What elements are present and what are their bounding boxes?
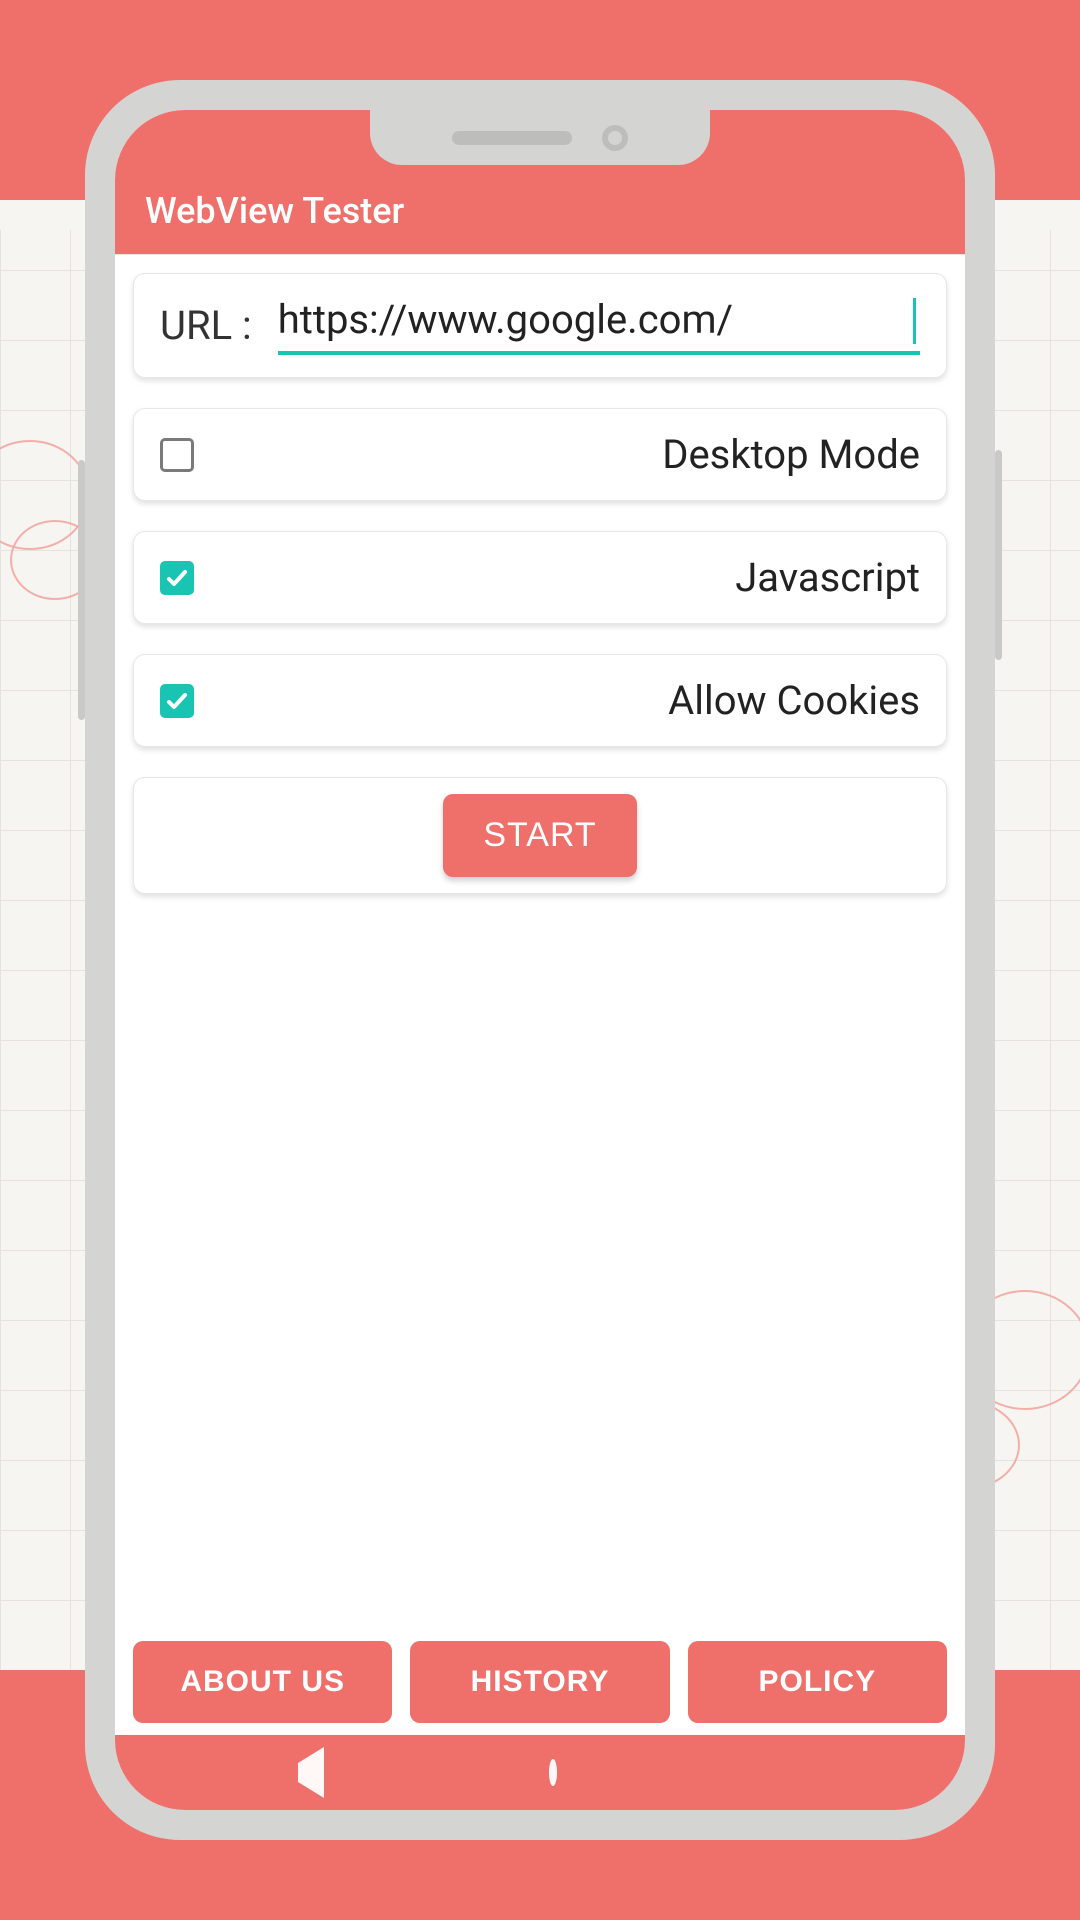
option-allow-cookies[interactable]: Allow Cookies — [133, 654, 947, 747]
speaker-icon — [452, 131, 572, 145]
nav-home-button[interactable] — [549, 1763, 557, 1782]
back-triangle-icon — [298, 1747, 324, 1798]
phone-notch — [370, 110, 710, 165]
android-nav-bar — [115, 1735, 965, 1810]
option-label: Allow Cookies — [668, 677, 920, 724]
phone-screen: WebView Tester URL : https://www.google.… — [115, 110, 965, 1810]
url-input[interactable]: https://www.google.com/ — [278, 296, 920, 355]
option-javascript[interactable]: Javascript — [133, 531, 947, 624]
history-button[interactable]: HISTORY — [410, 1641, 669, 1723]
url-value: https://www.google.com/ — [278, 296, 920, 351]
app-title: WebView Tester — [145, 190, 404, 232]
option-desktop-mode[interactable]: Desktop Mode — [133, 408, 947, 501]
spacer — [133, 924, 947, 1641]
bottom-button-bar: ABOUT US HISTORY POLICY — [115, 1641, 965, 1735]
url-card: URL : https://www.google.com/ — [133, 273, 947, 378]
option-label: Javascript — [735, 554, 920, 601]
checkbox-checked-icon[interactable] — [160, 684, 194, 718]
checkbox-checked-icon[interactable] — [160, 561, 194, 595]
option-label: Desktop Mode — [662, 431, 920, 478]
url-label: URL : — [160, 302, 252, 349]
text-caret-icon — [913, 298, 916, 344]
policy-button[interactable]: POLICY — [688, 1641, 947, 1723]
start-button[interactable]: START — [443, 794, 636, 877]
camera-icon — [602, 125, 628, 151]
phone-frame: WebView Tester URL : https://www.google.… — [85, 80, 995, 1840]
start-card: START — [133, 777, 947, 894]
nav-back-button[interactable] — [298, 1763, 324, 1782]
home-circle-icon — [549, 1759, 557, 1786]
main-content: URL : https://www.google.com/ Desktop Mo… — [115, 255, 965, 1641]
about-us-button[interactable]: ABOUT US — [133, 1641, 392, 1723]
input-underline — [278, 351, 920, 355]
checkbox-unchecked-icon[interactable] — [160, 438, 194, 472]
